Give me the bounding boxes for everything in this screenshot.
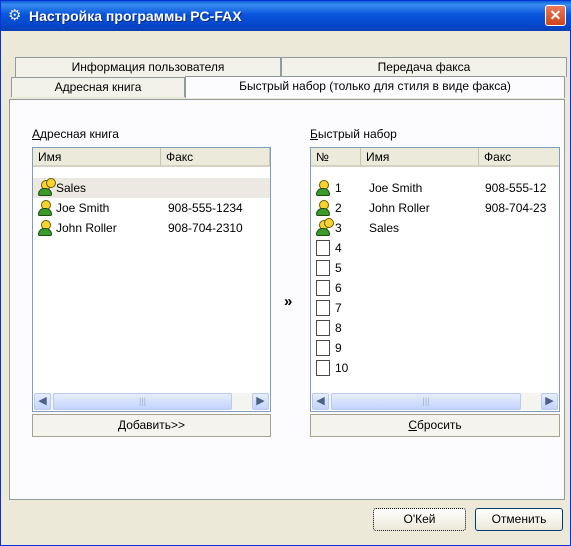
speed-dial-number: 9 [335, 341, 342, 355]
contact-name: Joe Smith [369, 181, 423, 195]
speed-dial-row[interactable]: 1 Joe Smith 908-555-12 [311, 178, 559, 198]
group-icon-body [316, 228, 330, 236]
empty-slot-icon [316, 240, 330, 256]
close-button[interactable]: ✕ [545, 5, 566, 26]
speed-dial-list[interactable]: № Имя Факс 1 Joe Smith 908-555-12 2 John Rol… [310, 147, 560, 412]
contact-fax: 908-555-1234 [168, 201, 243, 215]
contact-fax: 908-704-23 [485, 201, 547, 215]
speed-dial-row[interactable]: 6 [311, 278, 559, 298]
person-icon [316, 180, 330, 196]
contact-name: Sales [56, 181, 87, 195]
tab-address-book[interactable]: Адресная книга [11, 77, 185, 97]
horizontal-scrollbar[interactable]: ◀ ||| ▶ [34, 393, 269, 410]
person-icon [38, 220, 52, 236]
speed-dial-label-rest: ыстрый набор [317, 127, 397, 141]
list-item[interactable]: Joe Smith 908-555-1234 [33, 198, 270, 218]
empty-slot-icon [316, 360, 330, 376]
add-button[interactable]: Добавить>> [32, 414, 271, 437]
scroll-thumb[interactable]: ||| [53, 393, 232, 410]
empty-slot-icon [316, 320, 330, 336]
person-icon-body [316, 208, 330, 216]
person-icon-body [38, 208, 52, 216]
reset-button[interactable]: Сбросить [310, 414, 560, 437]
speed-dial-row[interactable]: 8 [311, 318, 559, 338]
contact-name: John Roller [56, 221, 117, 235]
tab-fax-sending[interactable]: Передача факса [281, 57, 567, 77]
scroll-left-icon[interactable]: ◀ [34, 393, 51, 410]
speed-dial-row[interactable]: 2 John Roller 908-704-23 [311, 198, 559, 218]
address-book-label-rest: дресная книга [40, 127, 119, 141]
speed-dial-label-accel: Б [310, 127, 318, 141]
speed-dial-row[interactable]: 4 [311, 238, 559, 258]
transfer-arrow-icon: » [284, 293, 293, 310]
person-icon-body [38, 228, 52, 236]
group-icon-head-2 [46, 178, 56, 188]
ok-button[interactable]: О'Кей [373, 508, 466, 531]
add-button-rest: обавить>> [126, 418, 186, 432]
title-bar[interactable]: ⚙ Настройка программы PC-FAX ✕ [1, 1, 571, 31]
column-header-name[interactable]: Имя [33, 148, 161, 167]
empty-slot-icon [316, 260, 330, 276]
horizontal-scrollbar[interactable]: ◀ ||| ▶ [312, 393, 558, 410]
person-icon [38, 200, 52, 216]
speed-dial-number: 8 [335, 321, 342, 335]
scroll-thumb[interactable]: ||| [331, 393, 521, 410]
speed-dial-number: 3 [335, 221, 342, 235]
speed-dial-number: 2 [335, 201, 342, 215]
column-header-fax[interactable]: Факс [479, 148, 559, 167]
person-icon-body [316, 188, 330, 196]
list-item[interactable]: Sales [33, 178, 270, 198]
add-button-accel: Д [117, 418, 127, 432]
tab-speed-dial[interactable]: Быстрый набор (только для стиля в виде ф… [185, 76, 565, 98]
speed-dial-row[interactable]: 9 [311, 338, 559, 358]
column-header-number[interactable]: № [311, 148, 361, 167]
list-item[interactable]: John Roller 908-704-2310 [33, 218, 270, 238]
column-header-fax[interactable]: Факс [161, 148, 270, 167]
scroll-left-icon[interactable]: ◀ [312, 393, 329, 410]
speed-dial-number: 10 [335, 361, 349, 375]
cancel-button[interactable]: Отменить [475, 508, 563, 531]
reset-button-rest: бросить [417, 418, 462, 432]
contact-fax: 908-704-2310 [168, 221, 243, 235]
speed-dial-row[interactable]: 5 [311, 258, 559, 278]
reset-button-accel: С [408, 418, 417, 432]
person-icon [316, 200, 330, 216]
group-icon [316, 218, 334, 236]
address-book-label-accel: А [32, 127, 41, 141]
speed-dial-row[interactable]: 7 [311, 298, 559, 318]
column-header-name[interactable]: Имя [361, 148, 479, 167]
tab-user-info[interactable]: Информация пользователя [15, 57, 281, 77]
speed-dial-number: 7 [335, 301, 342, 315]
speed-dial-number: 1 [335, 181, 342, 195]
speed-dial-number: 5 [335, 261, 342, 275]
contact-name: Sales [369, 221, 400, 235]
scroll-right-icon[interactable]: ▶ [541, 393, 558, 410]
scroll-right-icon[interactable]: ▶ [252, 393, 269, 410]
app-icon: ⚙ [8, 7, 22, 24]
empty-slot-icon [316, 280, 330, 296]
group-icon-head-2 [324, 218, 334, 228]
speed-dial-number: 4 [335, 241, 342, 255]
contact-name: John Roller [369, 201, 430, 215]
address-book-label: Адресная книга [32, 127, 119, 141]
speed-dial-number: 6 [335, 281, 342, 295]
contact-name: Joe Smith [56, 201, 110, 215]
speed-dial-row[interactable]: 10 [311, 358, 559, 378]
pcfax-settings-window: ⚙ Настройка программы PC-FAX ✕ Информаци… [0, 0, 571, 546]
contact-fax: 908-555-12 [485, 181, 547, 195]
speed-dial-label: Быстрый набор [310, 127, 397, 141]
address-book-list[interactable]: Имя Факс Sales Joe Smith 908-555-1234 Jo… [32, 147, 271, 412]
empty-slot-icon [316, 340, 330, 356]
empty-slot-icon [316, 300, 330, 316]
window-title: Настройка программы PC-FAX [29, 8, 242, 24]
group-icon-body [38, 188, 52, 196]
speed-dial-row[interactable]: 3 Sales [311, 218, 559, 238]
group-icon [38, 178, 56, 196]
